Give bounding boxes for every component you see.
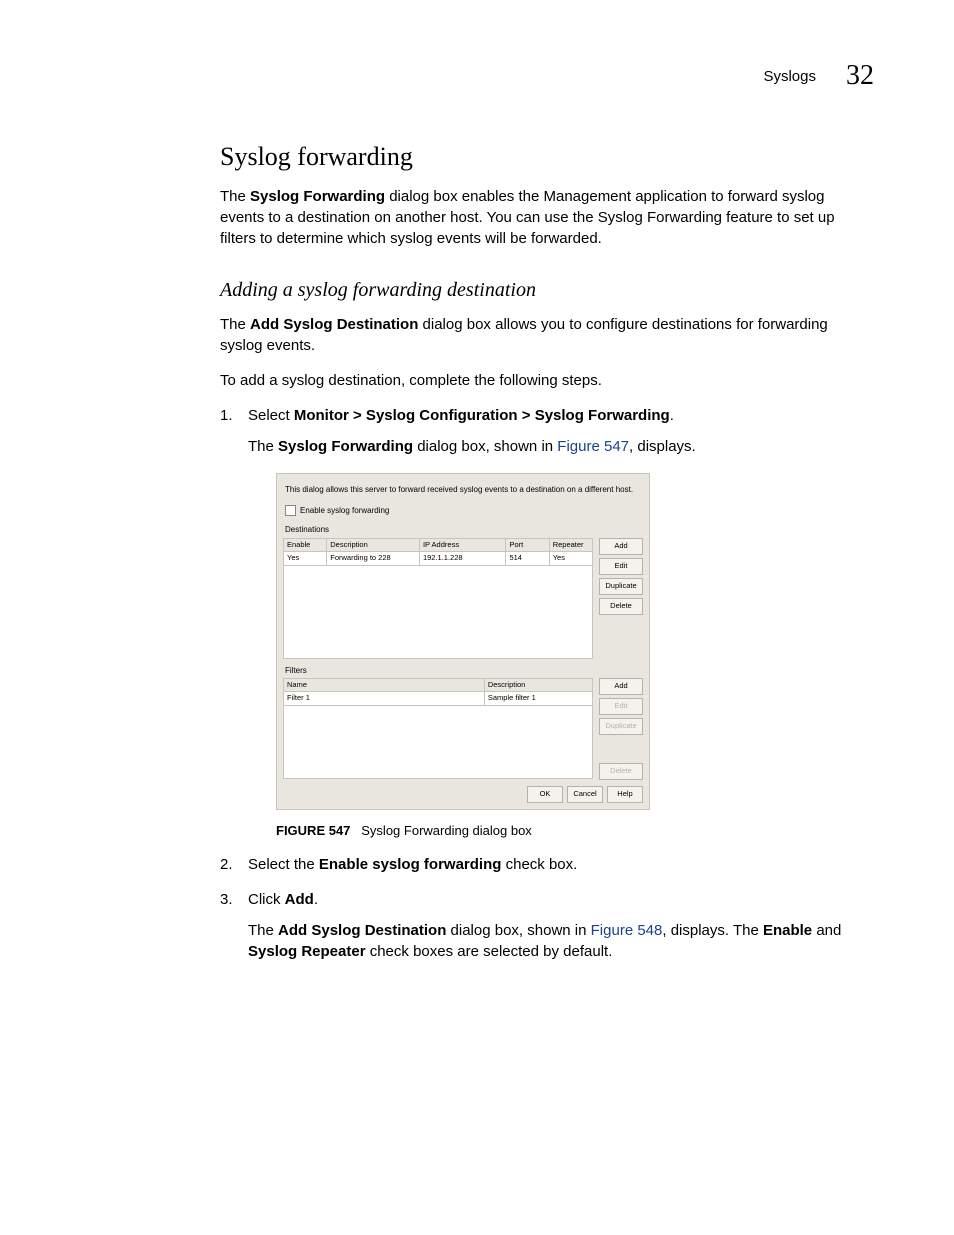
- col-enable: Enable: [284, 538, 327, 552]
- step-1-desc: The Syslog Forwarding dialog box, shown …: [248, 436, 864, 457]
- ok-button[interactable]: OK: [527, 786, 563, 803]
- figure-caption: FIGURE 547 Syslog Forwarding dialog box: [276, 822, 864, 840]
- header-page-number: 32: [846, 60, 874, 92]
- col-ip: IP Address: [419, 538, 506, 552]
- subheading: Adding a syslog forwarding destination: [220, 279, 864, 302]
- step-3: Click Add. The Add Syslog Destination di…: [220, 889, 864, 962]
- filter-add-button[interactable]: Add: [599, 678, 643, 695]
- destinations-group-label: Destinations: [285, 524, 643, 535]
- page-header: Syslogs 32: [220, 60, 874, 92]
- step-3-desc: The Add Syslog Destination dialog box, s…: [248, 920, 864, 962]
- dest-edit-button[interactable]: Edit: [599, 558, 643, 575]
- page-title: Syslog forwarding: [220, 142, 864, 172]
- filters-group-label: Filters: [285, 665, 643, 676]
- col-port: Port: [506, 538, 549, 552]
- enable-syslog-label: Enable syslog forwarding: [300, 505, 389, 516]
- table-header-row: Name Description: [284, 678, 593, 692]
- sub-intro: The Add Syslog Destination dialog box al…: [220, 314, 864, 356]
- filter-duplicate-button: Duplicate: [599, 718, 643, 735]
- dest-delete-button[interactable]: Delete: [599, 598, 643, 615]
- col-repeater: Repeater: [549, 538, 592, 552]
- step-2: Select the Enable syslog forwarding chec…: [220, 854, 864, 875]
- intro-paragraph: The Syslog Forwarding dialog box enables…: [220, 186, 864, 249]
- dest-duplicate-button[interactable]: Duplicate: [599, 578, 643, 595]
- syslog-forwarding-dialog: This dialog allows this server to forwar…: [276, 473, 650, 810]
- header-section-label: Syslogs: [763, 68, 816, 85]
- enable-syslog-checkbox[interactable]: [285, 505, 296, 516]
- figure-547-link[interactable]: Figure 547: [557, 438, 629, 455]
- table-row[interactable]: Yes Forwarding to 228 192.1.1.228 514 Ye…: [284, 552, 593, 566]
- dest-add-button[interactable]: Add: [599, 538, 643, 555]
- filters-table: Name Description Filter 1 Sample filter …: [283, 678, 593, 779]
- sub-instruction: To add a syslog destination, complete th…: [220, 370, 864, 391]
- intro-bold: Syslog Forwarding: [250, 188, 385, 205]
- figure-548-link[interactable]: Figure 548: [591, 922, 663, 939]
- col-description: Description: [327, 538, 420, 552]
- filter-edit-button: Edit: [599, 698, 643, 715]
- table-row[interactable]: Filter 1 Sample filter 1: [284, 692, 593, 706]
- filter-delete-button: Delete: [599, 763, 643, 780]
- help-button[interactable]: Help: [607, 786, 643, 803]
- table-header-row: Enable Description IP Address Port Repea…: [284, 538, 593, 552]
- destinations-table: Enable Description IP Address Port Repea…: [283, 538, 593, 659]
- dialog-intro: This dialog allows this server to forwar…: [285, 484, 641, 495]
- col-name: Name: [284, 678, 485, 692]
- step-1: Select Monitor > Syslog Configuration > …: [220, 405, 864, 840]
- cancel-button[interactable]: Cancel: [567, 786, 603, 803]
- col-desc: Description: [484, 678, 592, 692]
